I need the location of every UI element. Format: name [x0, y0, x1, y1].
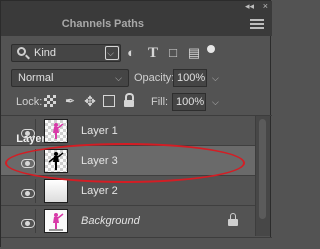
- lock-artboard-icon[interactable]: [103, 95, 115, 107]
- pink-figure-icon: [49, 213, 64, 231]
- visibility-toggle[interactable]: [7, 149, 36, 173]
- lock-all-icon[interactable]: [123, 93, 135, 107]
- chevron-down-icon: ⌵: [115, 73, 122, 83]
- tab-channels[interactable]: Channels: [59, 12, 114, 36]
- eye-icon: [21, 189, 35, 198]
- layer-name[interactable]: Layer 1: [81, 116, 118, 146]
- lock-transparent-pixels-icon[interactable]: [44, 95, 56, 107]
- eye-icon: [21, 129, 35, 138]
- fill-field[interactable]: 100%: [172, 93, 206, 111]
- layer-row-layer-2[interactable]: Layer 2: [1, 176, 258, 206]
- collapse-panel-icon[interactable]: ◂◂: [245, 1, 254, 12]
- layer-row-background[interactable]: Background: [1, 206, 258, 238]
- layers-panel: ◂◂ × Layers Channels Paths Kind ⌵ ◐ T □ …: [0, 0, 272, 249]
- pink-figure-icon: [53, 123, 64, 139]
- layer-thumbnail: [44, 149, 68, 173]
- scrollbar-thumb[interactable]: [259, 119, 266, 219]
- visibility-toggle[interactable]: [7, 119, 36, 143]
- fill-label: Fill:: [151, 96, 169, 108]
- visibility-toggle[interactable]: [7, 179, 36, 203]
- tab-paths[interactable]: Paths: [114, 12, 144, 36]
- panel-menu-icon[interactable]: [250, 17, 264, 31]
- opacity-field[interactable]: 100%: [173, 69, 207, 87]
- blend-mode-dropdown[interactable]: Normal ⌵: [11, 69, 129, 87]
- layer-thumbnail: [44, 179, 68, 203]
- opacity-label: Opacity:: [134, 72, 175, 84]
- opacity-dropdown-icon[interactable]: ⌵: [212, 69, 219, 87]
- search-icon: [17, 47, 26, 56]
- filter-toggle-switch[interactable]: [207, 45, 215, 53]
- layer-name[interactable]: Background: [81, 206, 140, 236]
- layer-row-layer-1[interactable]: Layer 1: [1, 116, 258, 146]
- eye-icon: [21, 159, 35, 168]
- lock-icon: [228, 213, 238, 226]
- close-panel-icon[interactable]: ×: [263, 1, 268, 12]
- blend-mode-value: Normal: [18, 72, 54, 84]
- panel-bottom-bar: [1, 237, 272, 249]
- layer-row-layer-3[interactable]: Layer 3: [1, 146, 258, 176]
- lock-image-pixels-icon[interactable]: ✒: [64, 95, 76, 107]
- shape-filter-icon[interactable]: □: [166, 46, 180, 60]
- panel-title-strip: ◂◂ ×: [1, 1, 272, 12]
- layer-thumbnail: [44, 119, 68, 143]
- panel-tab-bar: Layers Channels Paths: [1, 12, 272, 151]
- black-silhouette-icon: [48, 152, 64, 170]
- layer-name[interactable]: Layer 2: [81, 176, 118, 206]
- lock-label: Lock:: [16, 96, 43, 108]
- filter-kind-label: Kind: [34, 47, 57, 59]
- type-filter-icon[interactable]: T: [146, 46, 160, 61]
- lock-position-icon[interactable]: ✥: [84, 94, 96, 108]
- image-filter-icon[interactable]: [105, 46, 119, 60]
- layer-thumbnail: [44, 209, 68, 233]
- layer-name[interactable]: Layer 3: [81, 146, 118, 176]
- fill-dropdown-icon[interactable]: ⌵: [212, 93, 219, 111]
- smart-object-filter-icon[interactable]: ▤: [187, 46, 201, 60]
- adjustment-filter-icon[interactable]: ◐: [124, 46, 138, 60]
- eye-icon: [21, 219, 35, 228]
- layers-scrollbar[interactable]: [255, 116, 270, 236]
- visibility-toggle[interactable]: [7, 209, 36, 233]
